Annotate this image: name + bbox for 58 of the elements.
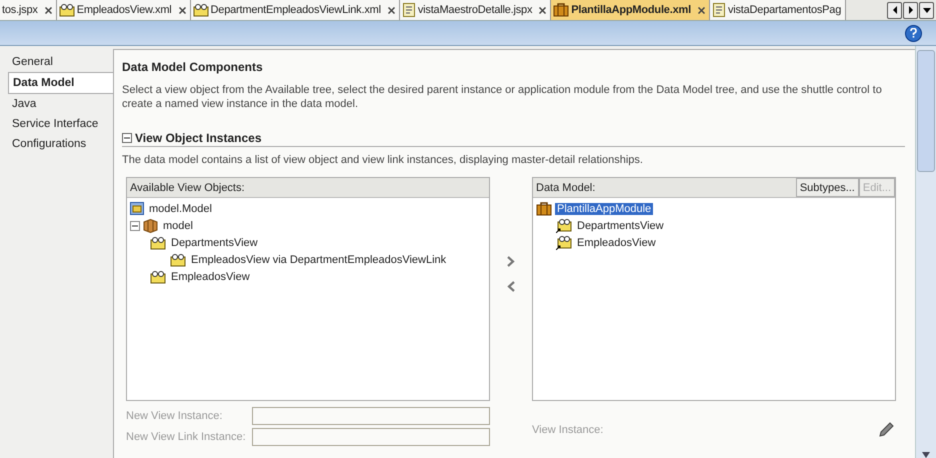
close-icon[interactable] bbox=[388, 6, 395, 14]
view-instance-icon bbox=[556, 218, 572, 233]
expand-toggle[interactable] bbox=[130, 220, 140, 230]
folder-icon bbox=[130, 202, 144, 215]
close-icon[interactable] bbox=[44, 6, 52, 14]
description-text: Select a view object from the Available tree, select the desired parent instance or application module from the Data Model tree, and use the shuttle control to create a named view instance in the data model. bbox=[122, 83, 883, 111]
close-icon[interactable] bbox=[698, 6, 705, 14]
section-title: View Object Instances bbox=[135, 131, 262, 145]
tree-item[interactable]: model.Model bbox=[147, 202, 214, 214]
scroll-right-icon[interactable] bbox=[903, 2, 918, 18]
page-icon bbox=[402, 3, 416, 17]
pencil-icon[interactable] bbox=[878, 422, 894, 438]
scrollbar[interactable] bbox=[915, 46, 936, 458]
tab-list-icon[interactable] bbox=[919, 2, 934, 18]
editor-tab[interactable]: EmpleadosView.xml bbox=[56, 0, 191, 20]
editor-tab[interactable]: vistaMaestroDetalle.jspx bbox=[400, 0, 552, 20]
briefcase-icon bbox=[553, 3, 570, 17]
field-label: New View Link Instance: bbox=[126, 431, 246, 443]
briefcase-icon bbox=[536, 202, 552, 216]
editor-tab[interactable]: DepartmentEmpleadosViewLink.xml bbox=[190, 0, 400, 20]
editor-tab[interactable]: PlantillaAppModule.xml bbox=[551, 0, 710, 20]
field-label: New View Instance: bbox=[126, 410, 222, 422]
view-object-icon bbox=[150, 236, 166, 250]
view-object-icon bbox=[170, 252, 186, 266]
nav-item[interactable]: General bbox=[0, 52, 113, 72]
tree-item[interactable]: DepartmentsView bbox=[575, 220, 666, 232]
scroll-down-icon[interactable] bbox=[922, 452, 930, 458]
panel-title: Available View Objects: bbox=[130, 182, 245, 194]
editor-tab[interactable]: vistaDepartamentosPag bbox=[710, 0, 846, 20]
tree-item[interactable]: EmpleadosView bbox=[169, 270, 252, 282]
field-label: View Instance: bbox=[532, 424, 604, 436]
close-icon[interactable] bbox=[178, 6, 186, 14]
package-icon bbox=[143, 218, 158, 232]
tree-item[interactable]: PlantillaAppModule bbox=[555, 202, 654, 214]
move-left-icon[interactable] bbox=[507, 281, 515, 292]
view-object-icon bbox=[150, 270, 166, 284]
nav-item[interactable]: Service Interface bbox=[0, 114, 113, 134]
nav-item[interactable]: Java bbox=[0, 94, 113, 114]
tree-item[interactable]: DepartmentsView bbox=[169, 236, 260, 248]
view-object-icon bbox=[58, 3, 75, 17]
scroll-left-icon[interactable] bbox=[887, 2, 902, 18]
panel-title: Data Model: bbox=[536, 182, 596, 194]
panel-button[interactable]: Subtypes... bbox=[796, 178, 859, 197]
tree-item[interactable]: EmpleadosView bbox=[575, 236, 658, 248]
move-right-icon[interactable] bbox=[507, 256, 515, 267]
view-object-icon bbox=[192, 3, 209, 17]
help-icon[interactable] bbox=[905, 24, 922, 42]
editor-tab[interactable]: tos.jspx bbox=[0, 0, 57, 20]
page-heading: Data Model Components bbox=[122, 60, 264, 74]
nav-item[interactable]: Data Model bbox=[8, 72, 113, 94]
page-icon bbox=[712, 3, 726, 17]
collapse-toggle[interactable] bbox=[122, 133, 132, 143]
nav-item[interactable]: Configurations bbox=[0, 134, 113, 154]
close-icon[interactable] bbox=[539, 6, 546, 14]
tree-item[interactable]: EmpleadosView via DepartmentEmpleadosViewLink bbox=[189, 254, 448, 266]
view-instance-icon bbox=[556, 235, 572, 250]
tree-item[interactable]: model bbox=[161, 220, 195, 232]
section-description: The data model contains a list of view object and view link instances, displaying master-detail relationships. bbox=[122, 153, 644, 167]
